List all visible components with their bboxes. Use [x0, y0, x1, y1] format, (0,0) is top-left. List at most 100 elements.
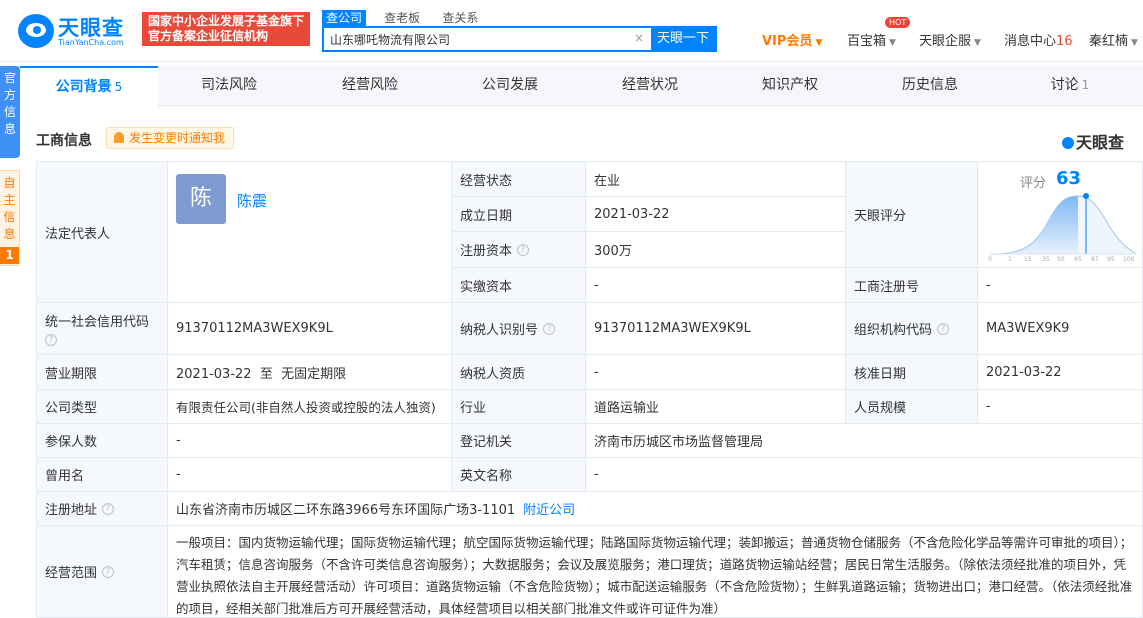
help-icon[interactable]: ?	[102, 565, 115, 578]
biz-reg-no-label-cell: 工商注册号	[845, 267, 978, 303]
reg-capital-value-cell: 300万	[585, 231, 846, 268]
tab-intellectual-property[interactable]: 知识产权	[720, 66, 860, 106]
tab-company-development[interactable]: 公司发展	[440, 66, 580, 106]
former-name-value-cell: -	[167, 457, 452, 492]
address-label: 注册地址	[45, 503, 98, 518]
established-value-cell: 2021-03-22	[585, 196, 846, 232]
help-icon[interactable]: ?	[937, 322, 950, 335]
enterprise-service-menu[interactable]: 天眼企服 ▼	[919, 30, 981, 49]
org-code-label-cell: 组织机构代码?	[845, 302, 978, 355]
tab-count: 5	[114, 80, 123, 94]
vip-label: VIP会员	[762, 34, 813, 49]
username: 秦红楠	[1089, 34, 1129, 49]
hot-badge: HOT	[885, 17, 911, 28]
insured-value-cell: -	[167, 423, 452, 458]
message-count: 16	[1056, 34, 1073, 49]
toolbox-menu[interactable]: 百宝箱 ▼	[847, 30, 896, 49]
approval-date-value: 2021-03-22	[986, 364, 1062, 380]
insured-value: -	[176, 433, 181, 448]
paid-capital-label-cell: 实缴资本	[451, 267, 586, 303]
reg-capital-label-cell: 注册资本?	[451, 231, 586, 268]
legal-rep-label: 法定代表人	[45, 226, 111, 242]
industry-label-cell: 行业	[451, 389, 586, 424]
tab-count: 1	[1081, 78, 1090, 92]
message-center-label: 消息中心	[1004, 34, 1057, 49]
score-chart-cell[interactable]: 评分 63 0 1 15 35 50 65 87 95 100	[977, 161, 1143, 268]
taxpayer-id-value: 91370112MA3WEX9K9L	[594, 321, 751, 336]
score-widget: 评分 63 0 1 15 35 50 65 87 95 100	[978, 162, 1142, 267]
search-input[interactable]	[324, 28, 649, 50]
legal-rep-name-link[interactable]: 陈震	[237, 190, 267, 211]
score-marker	[1083, 193, 1089, 199]
tab-operation-status[interactable]: 经营状况	[580, 66, 720, 106]
approval-date-label-cell: 核准日期	[845, 354, 978, 390]
notify-on-change-button[interactable]: 发生变更时通知我	[106, 127, 235, 149]
search-tab-company[interactable]: 查公司	[322, 10, 367, 26]
curve-fill	[990, 196, 1078, 254]
avatar[interactable]: 陈	[176, 174, 226, 224]
message-center-link[interactable]: 消息中心16	[1004, 30, 1073, 49]
help-icon[interactable]: ?	[102, 502, 115, 515]
scope-label: 经营范围	[45, 566, 98, 581]
tab-judicial-risk[interactable]: 司法风险	[158, 66, 300, 106]
insured-label: 参保人数	[45, 435, 98, 450]
user-menu[interactable]: 秦红楠 ▼	[1089, 30, 1138, 49]
enterprise-service-label: 天眼企服	[919, 34, 972, 49]
axis-tick: 0	[988, 256, 992, 263]
axis-tick: 95	[1107, 256, 1115, 263]
tab-operation-risk[interactable]: 经营风险	[300, 66, 440, 106]
notify-label: 发生变更时通知我	[129, 131, 226, 145]
official-info-tag[interactable]: 官方信息	[0, 66, 20, 158]
tab-label: 经营风险	[342, 77, 398, 93]
biz-reg-no-label: 工商注册号	[854, 279, 920, 295]
eye-logo-icon	[18, 14, 54, 48]
help-icon[interactable]: ?	[45, 334, 57, 346]
biz-reg-no-value: -	[986, 277, 991, 293]
axis-tick: 65	[1074, 256, 1082, 263]
help-icon[interactable]: ?	[517, 243, 530, 256]
company-type-label: 公司类型	[45, 401, 98, 416]
industry-value: 道路运输业	[594, 401, 660, 416]
term-label-cell: 营业期限	[36, 354, 168, 390]
self-info-tag[interactable]: 自主信息 1	[0, 170, 20, 266]
clear-icon[interactable]: ×	[634, 31, 644, 45]
axis-tick: 50	[1057, 256, 1065, 263]
tab-company-background[interactable]: 公司背景 5	[20, 66, 158, 106]
approval-date-value-cell: 2021-03-22	[977, 354, 1143, 390]
section-title: 工商信息	[36, 133, 92, 149]
former-name-value: -	[176, 467, 181, 482]
search-tab-relation[interactable]: 查关系	[438, 10, 482, 26]
axis-tick: 35	[1042, 256, 1050, 263]
status-value: 在业	[594, 173, 621, 189]
site-logo[interactable]: 天眼查 TianYanCha.com	[18, 12, 136, 50]
legal-rep-label-cell: 法定代表人	[36, 161, 168, 303]
english-name-label-cell: 英文名称	[451, 457, 586, 492]
toolbox-label: 百宝箱	[847, 34, 887, 49]
company-tabs: 公司背景 5 司法风险 经营风险 公司发展 经营状况 知识产权 历史信息 讨论 1	[20, 66, 1143, 106]
axis-tick: 87	[1091, 256, 1099, 263]
established-label: 成立日期	[460, 208, 513, 224]
search-tab-boss[interactable]: 查老板	[380, 10, 424, 26]
vip-menu[interactable]: VIP会员 ▼	[762, 30, 822, 49]
scope-value-cell: 一般项目：国内货物运输代理；国际货物运输代理；航空国际货物运输代理；陆路国际货物…	[167, 525, 1143, 618]
term-label: 营业期限	[45, 366, 98, 382]
term-value-cell: 2021-03-22 至 无固定期限	[167, 354, 452, 390]
paid-capital-label: 实缴资本	[460, 279, 513, 295]
staff-size-value: -	[986, 399, 991, 414]
nearby-companies-link[interactable]: 附近公司	[523, 499, 575, 518]
insured-label-cell: 参保人数	[36, 423, 168, 458]
brand-text: 天眼查	[1076, 133, 1125, 152]
tab-label: 司法风险	[201, 77, 257, 93]
credit-code-label: 统一社会信用代码	[45, 315, 150, 330]
taxpayer-qual-value: -	[594, 364, 599, 380]
taxpayer-qual-label-cell: 纳税人资质	[451, 354, 586, 390]
search-button[interactable]: 天眼一下	[651, 28, 715, 50]
staff-size-label-cell: 人员规模	[845, 389, 978, 424]
reg-capital-label: 注册资本	[460, 244, 513, 259]
eye-logo-icon	[1062, 137, 1074, 149]
tab-history[interactable]: 历史信息	[860, 66, 1000, 106]
paid-capital-value: -	[594, 277, 599, 293]
tab-discussion[interactable]: 讨论 1	[1000, 66, 1140, 106]
address-value-cell: 山东省济南市历城区二环东路3966号东环国际广场3-1101 附近公司	[167, 491, 1143, 526]
help-icon[interactable]: ?	[543, 322, 556, 335]
